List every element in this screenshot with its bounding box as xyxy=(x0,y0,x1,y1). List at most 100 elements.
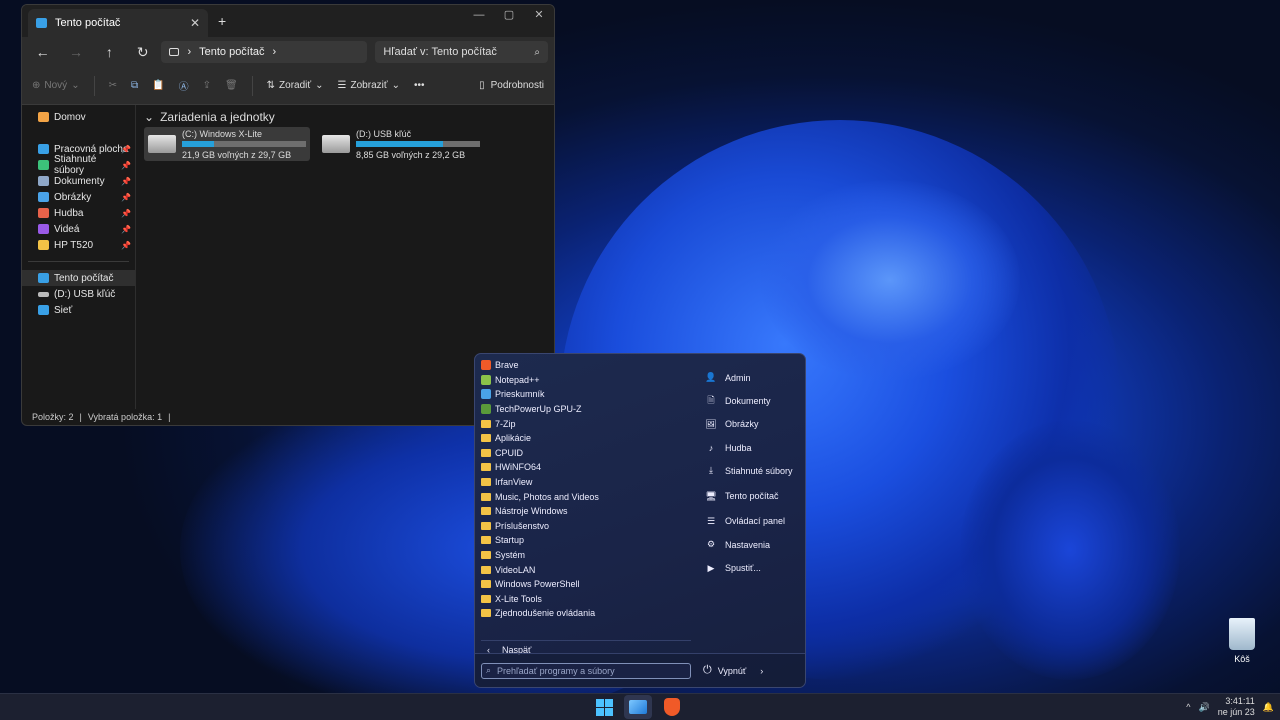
address-bar[interactable]: › Tento počítač › xyxy=(161,41,368,63)
program-folder[interactable]: 7-Zip xyxy=(481,416,691,431)
drive-item[interactable]: (D:) USB kľúč 8,85 GB voľných z 29,2 GB xyxy=(318,127,484,161)
start-link-label: Admin xyxy=(725,372,751,383)
download-icon: ⤓ xyxy=(709,465,713,476)
tab-title: Tento počítač xyxy=(55,17,121,29)
program-folder[interactable]: Systém xyxy=(481,548,691,563)
back-button[interactable]: ← xyxy=(28,44,57,60)
program-folder[interactable]: VideoLAN xyxy=(481,562,691,577)
drive-item[interactable]: (C:) Windows X-Lite 21,9 GB voľných z 29,… xyxy=(144,127,310,161)
cut-icon[interactable]: ✂ xyxy=(109,80,117,91)
navigation-pane: Domov Pracovná plocha 📌 Stiahnuté súbory 📌 D… xyxy=(22,105,136,409)
up-button[interactable]: ↑ xyxy=(95,44,124,60)
address-chevron[interactable]: › xyxy=(273,46,277,58)
program-label: VideoLAN xyxy=(495,564,536,575)
program-folder[interactable]: Music, Photos and Videos xyxy=(481,489,691,504)
taskbar-brave[interactable] xyxy=(658,695,686,719)
sidebar-item-pinned[interactable]: Obrázky 📌 xyxy=(22,189,135,205)
share-icon[interactable]: ⇪ xyxy=(203,80,211,91)
start-link-control-panel[interactable]: ☰ Ovládací panel xyxy=(705,510,801,533)
start-link-picture[interactable]: 🖼 Obrázky xyxy=(705,413,801,436)
sidebar-item-pinned[interactable]: Hudba 📌 xyxy=(22,205,135,221)
search-icon: ⌕ xyxy=(534,46,540,58)
search-input[interactable]: Hľadať v: Tento počítač ⌕ xyxy=(375,41,548,63)
details-button[interactable]: ▯ Podrobnosti xyxy=(479,80,544,91)
start-link-computer[interactable]: 🖥 Tento počítač xyxy=(705,484,801,507)
program-item[interactable]: Brave xyxy=(481,358,691,373)
close-button[interactable]: ✕ xyxy=(524,5,554,25)
program-folder[interactable]: Startup xyxy=(481,533,691,548)
folder-icon xyxy=(38,224,49,234)
new-button[interactable]: ⊕ Nový ⌄ xyxy=(32,80,80,91)
tab-close-button[interactable]: ✕ xyxy=(190,16,200,30)
start-link-run[interactable]: ▶ Spustiť... xyxy=(705,556,801,579)
start-link-label: Ovládací panel xyxy=(725,516,786,527)
folder-icon xyxy=(38,144,49,154)
clock[interactable]: 3:41:11 ne jún 23 xyxy=(1218,696,1255,718)
rename-icon[interactable]: Ⓐ xyxy=(179,78,189,93)
refresh-button[interactable]: ↻ xyxy=(128,44,157,61)
program-item[interactable]: TechPowerUp GPU-Z xyxy=(481,402,691,417)
new-tab-button[interactable]: + xyxy=(218,13,226,29)
tray-overflow-chevron[interactable]: ^ xyxy=(1186,702,1190,712)
volume-icon[interactable]: 🔊 xyxy=(1199,702,1210,713)
sidebar-item-label: Hudba xyxy=(54,207,84,219)
toolbar-divider xyxy=(251,75,253,96)
power-options-chevron[interactable]: › xyxy=(760,666,763,676)
program-item[interactable]: Prieskumník xyxy=(481,387,691,402)
start-link-download[interactable]: ⤓ Stiahnuté súbory xyxy=(705,459,801,482)
sidebar-item-this-pc[interactable]: Tento počítač xyxy=(22,270,135,286)
sidebar-item-pinned[interactable]: Stiahnuté súbory 📌 xyxy=(22,154,135,176)
status-separator: | xyxy=(79,412,82,422)
tab-this-pc[interactable]: Tento počítač ✕ xyxy=(28,9,208,37)
drive-free-space: 8,85 GB voľných z 29,2 GB xyxy=(356,149,466,160)
program-search-input[interactable]: ⌕ Prehľadať programy a súbory xyxy=(481,662,691,679)
sidebar-item-pinned[interactable]: HP T520 📌 xyxy=(22,237,135,253)
sort-label: Zoradiť xyxy=(279,80,312,91)
taskbar-file-explorer[interactable] xyxy=(624,695,652,719)
start-link-label: Hudba xyxy=(725,442,752,453)
maximize-button[interactable]: ▢ xyxy=(494,5,524,25)
program-folder[interactable]: Aplikácie xyxy=(481,431,691,446)
sidebar-item-label: Videá xyxy=(54,223,80,235)
power-button[interactable]: ⏻ Vypnúť › xyxy=(703,664,763,677)
program-list: Brave Notepad++ Prieskumník TechPowerUp GPU… xyxy=(481,358,691,621)
chevron-down-icon: ⌄ xyxy=(391,80,401,91)
pin-icon: 📌 xyxy=(121,224,131,234)
minimize-button[interactable]: — xyxy=(464,5,494,25)
start-link-user[interactable]: 👤 Admin xyxy=(705,366,801,389)
recycle-bin[interactable]: Kôš xyxy=(1224,618,1260,664)
paste-icon[interactable]: 📋 xyxy=(152,80,164,91)
delete-icon[interactable]: 🗑 xyxy=(225,80,238,91)
chevron-down-icon: ⌄ xyxy=(144,110,155,124)
sidebar-item-usb[interactable]: (D:) USB kľúč xyxy=(22,286,135,302)
start-link-document[interactable]: 🗎 Dokumenty xyxy=(705,389,801,412)
program-folder[interactable]: Nástroje Windows xyxy=(481,504,691,519)
brave-icon xyxy=(481,360,491,371)
program-folder[interactable]: X-Lite Tools xyxy=(481,592,691,607)
folder-icon xyxy=(481,434,491,443)
program-item[interactable]: Notepad++ xyxy=(481,373,691,388)
start-link-gear[interactable]: ⚙ Nastavenia xyxy=(705,533,801,556)
program-folder[interactable]: Zjednodušenie ovládania xyxy=(481,606,691,621)
sort-button[interactable]: ⇅ Zoradiť ⌄ xyxy=(267,80,324,91)
sidebar-item-network[interactable]: Sieť xyxy=(22,302,135,318)
notification-icon[interactable]: 🔔 xyxy=(1263,702,1274,713)
group-header[interactable]: ⌄ Zariadenia a jednotky xyxy=(144,109,546,125)
start-link-music[interactable]: ♪ Hudba xyxy=(705,436,801,459)
program-folder[interactable]: Windows PowerShell xyxy=(481,577,691,592)
forward-button[interactable]: → xyxy=(61,44,90,60)
start-button[interactable] xyxy=(590,695,618,719)
sidebar-item-home[interactable]: Domov xyxy=(22,109,135,125)
sidebar-item-pinned[interactable]: Dokumenty 📌 xyxy=(22,173,135,189)
clock-date: ne jún 23 xyxy=(1217,707,1255,717)
program-folder[interactable]: HWiNFO64 xyxy=(481,460,691,475)
pin-icon: 📌 xyxy=(121,240,131,250)
program-folder[interactable]: IrfanView xyxy=(481,475,691,490)
program-folder[interactable]: Príslušenstvo xyxy=(481,519,691,534)
more-options-button[interactable]: ••• xyxy=(414,80,425,91)
program-folder[interactable]: CPUID xyxy=(481,446,691,461)
sidebar-item-pinned[interactable]: Videá 📌 xyxy=(22,221,135,237)
sidebar-item-label: (D:) USB kľúč xyxy=(54,288,116,300)
copy-icon[interactable]: ⧉ xyxy=(131,80,138,91)
view-button[interactable]: ☰ Zobraziť ⌄ xyxy=(338,80,400,91)
